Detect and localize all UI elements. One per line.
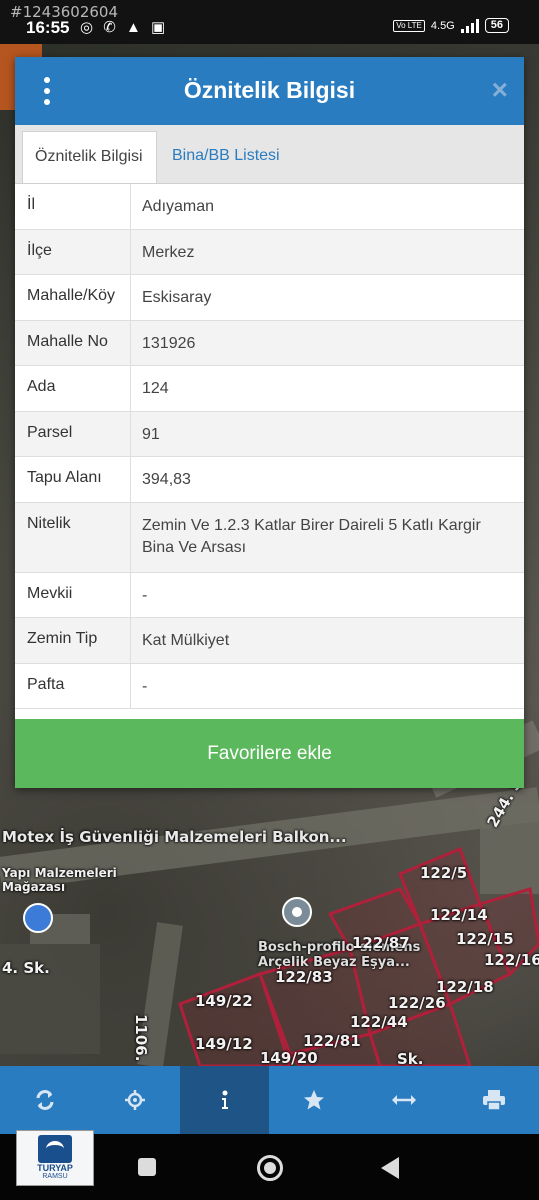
attribute-label: Mahalle No — [15, 320, 131, 365]
attribute-value: Zemin Ve 1.2.3 Katlar Birer Daireli 5 Ka… — [142, 516, 481, 556]
add-favorite-button[interactable]: Favorilere ekle — [15, 719, 524, 788]
attribute-value: 394,83 — [142, 471, 191, 488]
table-row: Mevkii - — [15, 572, 524, 618]
warning-icon: ▲ — [126, 19, 144, 36]
parcel-label: 122/15 — [456, 930, 514, 948]
table-row: Pafta - — [15, 663, 524, 709]
notification-icons: ◎ ✆ ▲ ▣ — [80, 18, 168, 36]
parcel-label: 149/20 — [260, 1049, 318, 1066]
table-row: Parsel 91 — [15, 411, 524, 457]
network-type: 4.5G — [430, 19, 455, 32]
attribute-value: - — [142, 586, 148, 604]
instagram-icon: ▣ — [151, 19, 169, 36]
attribute-label: Parsel — [15, 411, 131, 456]
status-right: Vo LTE 4.5G 56 — [393, 18, 509, 33]
home-button[interactable] — [257, 1155, 283, 1181]
print-icon[interactable] — [449, 1066, 539, 1134]
back-button[interactable] — [381, 1157, 399, 1179]
attribute-label: Pafta — [15, 663, 131, 708]
street-label: 1106. Sk. — [132, 1014, 150, 1066]
attribute-label: Mahalle/Köy — [15, 275, 131, 320]
attribute-value: Adıyaman — [142, 198, 215, 215]
table-row: Zemin Tip Kat Mülkiyet — [15, 618, 524, 664]
street-label: 4. Sk. — [2, 959, 50, 977]
table-row: Mahalle No 131926 — [15, 320, 524, 366]
parcel-label: 122/81 — [303, 1032, 361, 1050]
data-saver-icon: ◎ — [80, 19, 97, 36]
attribute-value: Merkez — [142, 243, 195, 261]
attribute-value: 91 — [142, 425, 160, 443]
attribute-value: Kat Mülkiyet — [142, 632, 230, 649]
clock: 16:55 — [26, 18, 70, 37]
whatsapp-icon: ✆ — [103, 19, 119, 36]
attribute-label: Mevkii — [15, 572, 131, 617]
table-row: Ada 124 — [15, 366, 524, 412]
table-row: İl Adıyaman — [15, 184, 524, 230]
logo-sub: RAMSU — [42, 1173, 68, 1180]
attribute-value: 124 — [142, 380, 169, 397]
tab-attribute-info[interactable]: Öznitelik Bilgisi — [22, 131, 157, 183]
close-icon[interactable]: × — [492, 75, 508, 105]
star-icon[interactable] — [269, 1066, 359, 1134]
signal-icon — [460, 18, 479, 33]
attribute-value: 131926 — [142, 334, 196, 352]
info-icon[interactable] — [179, 1066, 270, 1134]
street-label: Sk. — [397, 1050, 424, 1066]
attribute-value: Eskisaray — [142, 289, 212, 306]
parcel-label: 122/14 — [430, 906, 488, 924]
measure-icon[interactable] — [359, 1066, 449, 1134]
attribute-label: Nitelik — [15, 502, 131, 572]
parcel-label: 122/44 — [350, 1013, 408, 1031]
refresh-icon[interactable] — [0, 1066, 90, 1134]
attribute-label: İl — [15, 184, 131, 229]
parcel-label: 122/5 — [420, 864, 468, 882]
attribute-label: Ada — [15, 366, 131, 411]
parcel-label: 122/16 — [484, 951, 539, 969]
dialog-title: Öznitelik Bilgisi — [183, 77, 356, 103]
status-bar: #1243602604 16:55 ◎ ✆ ▲ ▣ Vo LTE 4.5G 56 — [0, 0, 539, 44]
map-poi-label-2: Yapı Malzemeleri Mağazası — [2, 866, 117, 894]
battery-icon: 56 — [484, 18, 509, 33]
attribute-label: Zemin Tip — [15, 618, 131, 663]
parcel-label: 149/12 — [195, 1035, 253, 1053]
parcel-label: 122/26 — [388, 994, 446, 1012]
turyap-logo: TURYAP RAMSU — [16, 1130, 94, 1186]
recent-apps-button[interactable] — [138, 1158, 156, 1176]
attribute-label: Tapu Alanı — [15, 457, 131, 502]
attribute-dialog: Öznitelik Bilgisi × Öznitelik Bilgisi Bi… — [15, 57, 524, 788]
table-row: İlçe Merkez — [15, 229, 524, 275]
attribute-value: - — [142, 677, 148, 695]
bottom-toolbar — [0, 1066, 539, 1134]
table-row: Tapu Alanı 394,83 — [15, 457, 524, 503]
map-poi-label: Motex İş Güvenliği Malzemeleri Balkon... — [2, 828, 347, 846]
parcel-label: 149/22 — [195, 992, 253, 1010]
volte-icon: Vo LTE — [393, 19, 425, 32]
logo-name: TURYAP — [37, 1163, 73, 1173]
parcel-label: 122/87 — [352, 934, 410, 952]
tab-building-list[interactable]: Bina/BB Listesi — [160, 131, 292, 183]
locate-icon[interactable] — [90, 1066, 180, 1134]
attribute-label: İlçe — [15, 229, 131, 274]
parcel-label: 122/83 — [275, 968, 333, 986]
dialog-tabs: Öznitelik Bilgisi Bina/BB Listesi — [15, 125, 524, 184]
table-row: Nitelik Zemin Ve 1.2.3 Katlar Birer Daire… — [15, 502, 524, 573]
dialog-header: Öznitelik Bilgisi × — [15, 57, 524, 125]
attribute-table[interactable]: İl Adıyaman İlçe Merkez Mahalle/Köy Eskisaray… — [15, 184, 524, 718]
table-row: Mahalle/Köy Eskisaray — [15, 275, 524, 321]
logo-mark-icon — [38, 1135, 72, 1163]
